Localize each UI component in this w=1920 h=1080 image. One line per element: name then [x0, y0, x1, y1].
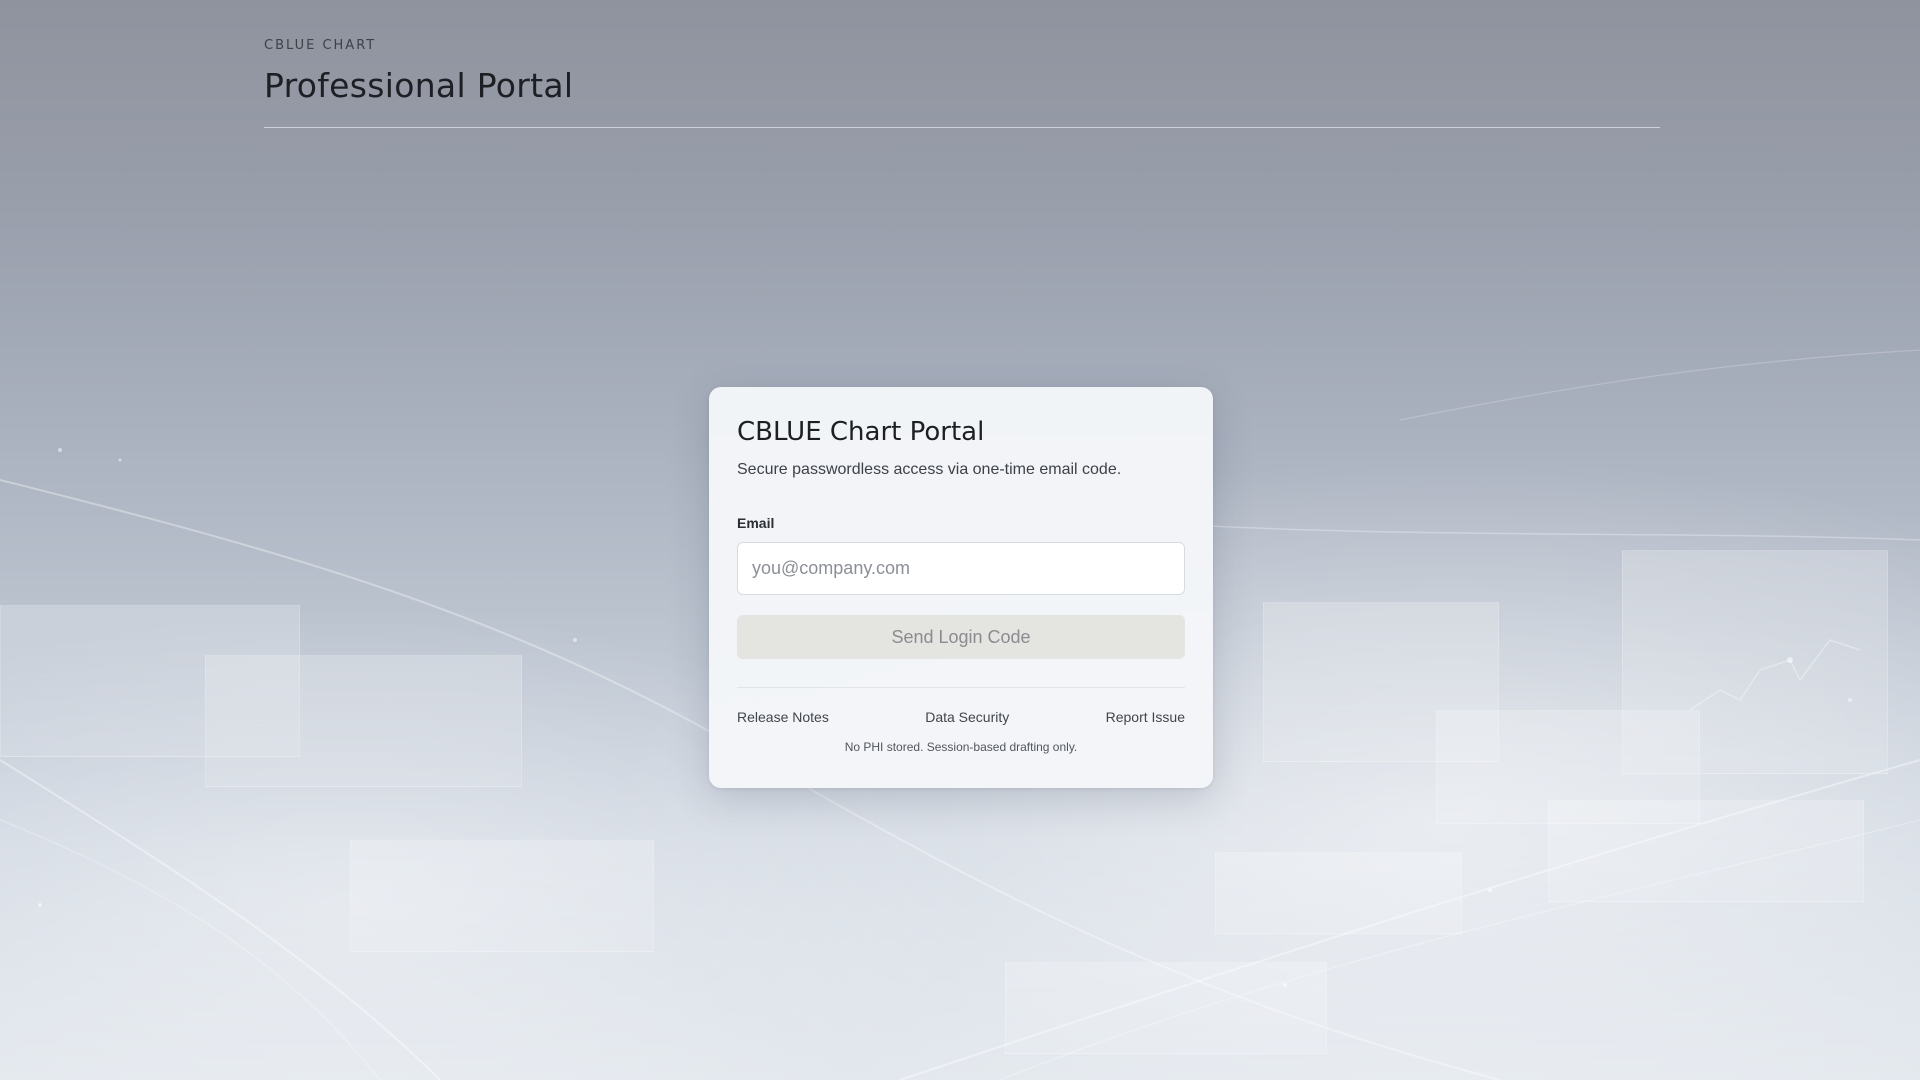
card-title: CBLUE Chart Portal [737, 417, 985, 447]
login-card: CBLUE Chart Portal Secure passwordless a… [709, 387, 1213, 788]
card-divider [737, 687, 1185, 688]
card-subtitle: Secure passwordless access via one-time … [737, 461, 1122, 478]
privacy-note: No PHI stored. Session-based drafting on… [844, 740, 1078, 754]
brand-eyebrow: CBLUE CHART [264, 38, 377, 53]
report-issue-link[interactable]: Report Issue [1106, 708, 1185, 726]
email-label: Email [737, 515, 775, 531]
card-footer-links: Release Notes Data Security Report Issue [737, 708, 1185, 726]
page-title: Professional Portal [264, 66, 574, 105]
release-notes-link[interactable]: Release Notes [737, 708, 829, 726]
send-login-code-button[interactable]: Send Login Code [737, 615, 1185, 659]
data-security-link[interactable]: Data Security [925, 708, 1009, 726]
email-input[interactable] [737, 542, 1185, 595]
page-header: CBLUE CHART Professional Portal [264, 38, 1660, 128]
